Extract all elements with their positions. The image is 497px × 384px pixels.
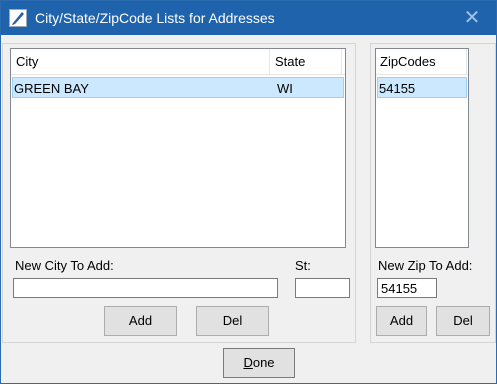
done-label-rest: one <box>252 355 275 370</box>
dialog-window: City/State/ZipCode Lists for Addresses ✕… <box>0 0 497 384</box>
column-separator <box>466 49 467 74</box>
zipcode-listbox[interactable]: ZipCodes 54155 <box>375 48 469 248</box>
column-header-state[interactable]: State <box>275 54 305 69</box>
done-button[interactable]: Done <box>223 348 295 378</box>
new-zip-label: New Zip To Add: <box>378 258 473 273</box>
column-separator <box>341 49 342 74</box>
list-item[interactable]: GREEN BAY WI <box>12 77 344 98</box>
column-separator[interactable] <box>269 49 270 74</box>
new-city-input[interactable] <box>13 278 278 298</box>
delete-city-button[interactable]: Del <box>196 306 269 336</box>
state-input[interactable] <box>295 278 350 298</box>
zipcode-cell: 54155 <box>379 81 416 96</box>
add-zip-button[interactable]: Add <box>376 306 427 336</box>
zip-list-header: ZipCodes <box>376 49 468 75</box>
window-title: City/State/ZipCode Lists for Addresses <box>35 10 275 26</box>
zip-group: ZipCodes 54155 New Zip To Add: Add Del <box>370 43 496 343</box>
feather-pen-icon <box>9 9 27 27</box>
column-header-zipcodes[interactable]: ZipCodes <box>380 54 436 69</box>
column-header-city[interactable]: City <box>16 54 38 69</box>
list-item[interactable]: 54155 <box>377 77 467 98</box>
city-list-header: City State <box>11 49 345 75</box>
add-city-button[interactable]: Add <box>104 306 177 336</box>
city-state-listbox[interactable]: City State GREEN BAY WI <box>10 48 346 248</box>
close-icon[interactable]: ✕ <box>454 5 490 31</box>
delete-zip-button[interactable]: Del <box>436 306 490 336</box>
done-mnemonic: D <box>243 355 253 370</box>
state-label: St: <box>295 258 311 273</box>
city-group: City State GREEN BAY WI New City To Add:… <box>2 43 356 343</box>
title-bar[interactable]: City/State/ZipCode Lists for Addresses ✕ <box>1 1 496 35</box>
new-city-label: New City To Add: <box>15 258 114 273</box>
new-zip-input[interactable] <box>377 278 437 298</box>
state-cell: WI <box>277 81 293 96</box>
city-cell: GREEN BAY <box>14 81 89 96</box>
